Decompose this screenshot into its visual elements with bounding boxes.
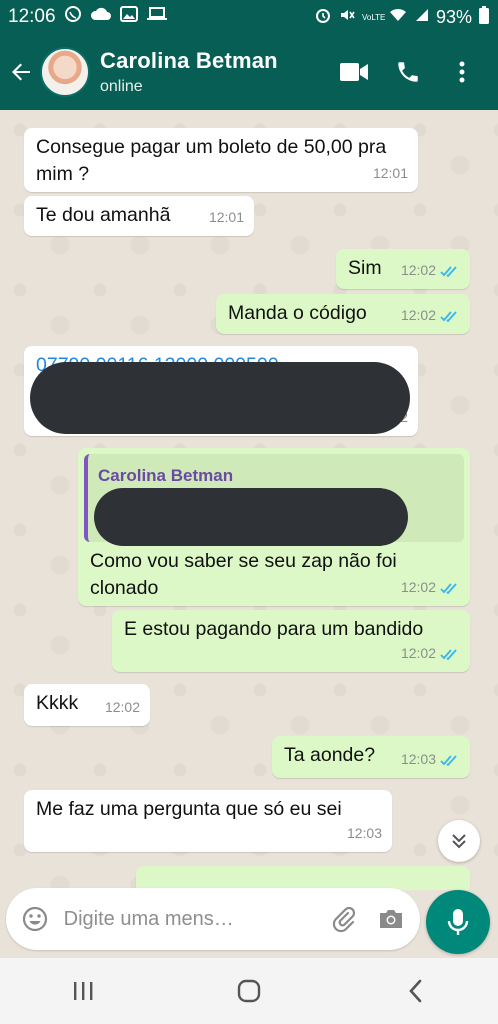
signal-icon (414, 7, 430, 28)
read-ticks-icon (440, 754, 457, 766)
message-text: Te dou amanhã (36, 204, 171, 226)
microphone-icon (447, 909, 469, 935)
more-options-icon[interactable] (444, 54, 480, 90)
message-time: 12:02 (104, 699, 140, 715)
camera-icon[interactable] (376, 904, 406, 934)
message-outgoing[interactable]: Sim 12:02 (336, 249, 470, 289)
wifi-icon (388, 7, 408, 28)
volte-icon: VoLTE (361, 12, 386, 22)
whatsapp-icon (64, 5, 82, 29)
mute-icon (338, 6, 356, 29)
quoted-message[interactable]: Carolina Betman (84, 454, 464, 546)
redaction-overlay (30, 362, 410, 434)
redaction-overlay (94, 488, 408, 546)
message-outgoing[interactable]: Manda o código 12:02 (216, 294, 470, 334)
message-incoming[interactable]: Consegue pagar um boleto de 50,00 pra mi… (24, 128, 418, 192)
message-outgoing[interactable]: Ta aonde? 12:03 (272, 736, 470, 778)
message-time: 12:03 (400, 751, 436, 767)
cloud-icon (90, 6, 112, 28)
message-text: E estou pagando para um bandido (124, 618, 424, 640)
status-bar: 12:06 VoLTE 93% (0, 0, 498, 34)
message-outgoing-reply[interactable]: Carolina Betman Como vou saber se seu za… (78, 448, 470, 606)
alarm-icon (314, 6, 332, 29)
message-text: Ta aonde? (284, 744, 376, 766)
message-composer (6, 888, 420, 950)
message-text: Consegue pagar um boleto de 50,00 pra mi… (36, 136, 387, 185)
contact-name: Carolina Betman (100, 48, 278, 73)
read-ticks-icon (440, 648, 457, 660)
double-chevron-down-icon (452, 834, 466, 849)
message-text: Como vou saber se seu zap não foi clonad… (90, 550, 397, 599)
message-incoming[interactable]: Kkkk 12:02 (24, 684, 150, 726)
attach-icon[interactable] (329, 904, 359, 934)
battery-icon (478, 5, 490, 30)
message-time: 12:01 (208, 209, 244, 225)
read-ticks-icon (440, 582, 457, 594)
message-incoming[interactable]: Te dou amanhã 12:01 (24, 196, 254, 236)
battery-percent: 93% (435, 6, 472, 27)
message-time: 12:02 (400, 579, 436, 595)
message-text: Me faz uma pergunta que só eu sei (36, 798, 342, 820)
laptop-icon (146, 6, 168, 28)
message-outgoing-partial[interactable] (136, 866, 470, 890)
chat-area[interactable]: Consegue pagar um boleto de 50,00 pra mi… (0, 110, 498, 890)
avatar[interactable] (40, 47, 90, 97)
message-text: Kkkk (36, 692, 79, 714)
message-input[interactable] (63, 907, 329, 931)
message-time: 12:02 (400, 645, 436, 661)
message-incoming[interactable]: 07790.00116 12000.000500 2 (24, 346, 418, 436)
system-nav-bar (0, 958, 498, 1024)
back-icon[interactable] (385, 966, 445, 1016)
image-icon (119, 5, 138, 29)
microphone-button[interactable] (426, 890, 490, 954)
message-text: Sim (348, 257, 382, 279)
home-icon[interactable] (219, 966, 279, 1016)
emoji-icon[interactable] (20, 904, 50, 934)
contact-info[interactable]: Carolina Betman online (100, 48, 278, 96)
scroll-to-bottom-button[interactable] (438, 820, 480, 862)
message-incoming[interactable]: Me faz uma pergunta que só eu sei 12:03 (24, 790, 392, 852)
message-time: 12:03 (346, 825, 382, 841)
message-time: 12:01 (372, 165, 408, 181)
read-ticks-icon (440, 310, 457, 322)
chat-header: Carolina Betman online (0, 34, 498, 110)
read-ticks-icon (440, 265, 457, 277)
phone-icon[interactable] (390, 54, 426, 90)
message-time: 12:02 (400, 307, 436, 323)
message-time: 12:02 (400, 262, 436, 278)
message-text: Manda o código (228, 302, 367, 324)
video-call-icon[interactable] (336, 54, 372, 90)
back-arrow-icon[interactable] (2, 34, 40, 110)
recents-icon[interactable] (53, 966, 113, 1016)
message-outgoing[interactable]: E estou pagando para um bandido 12:02 (112, 610, 470, 672)
contact-status: online (100, 78, 143, 95)
status-time: 12:06 (8, 6, 56, 27)
quoted-sender: Carolina Betman (98, 466, 234, 485)
